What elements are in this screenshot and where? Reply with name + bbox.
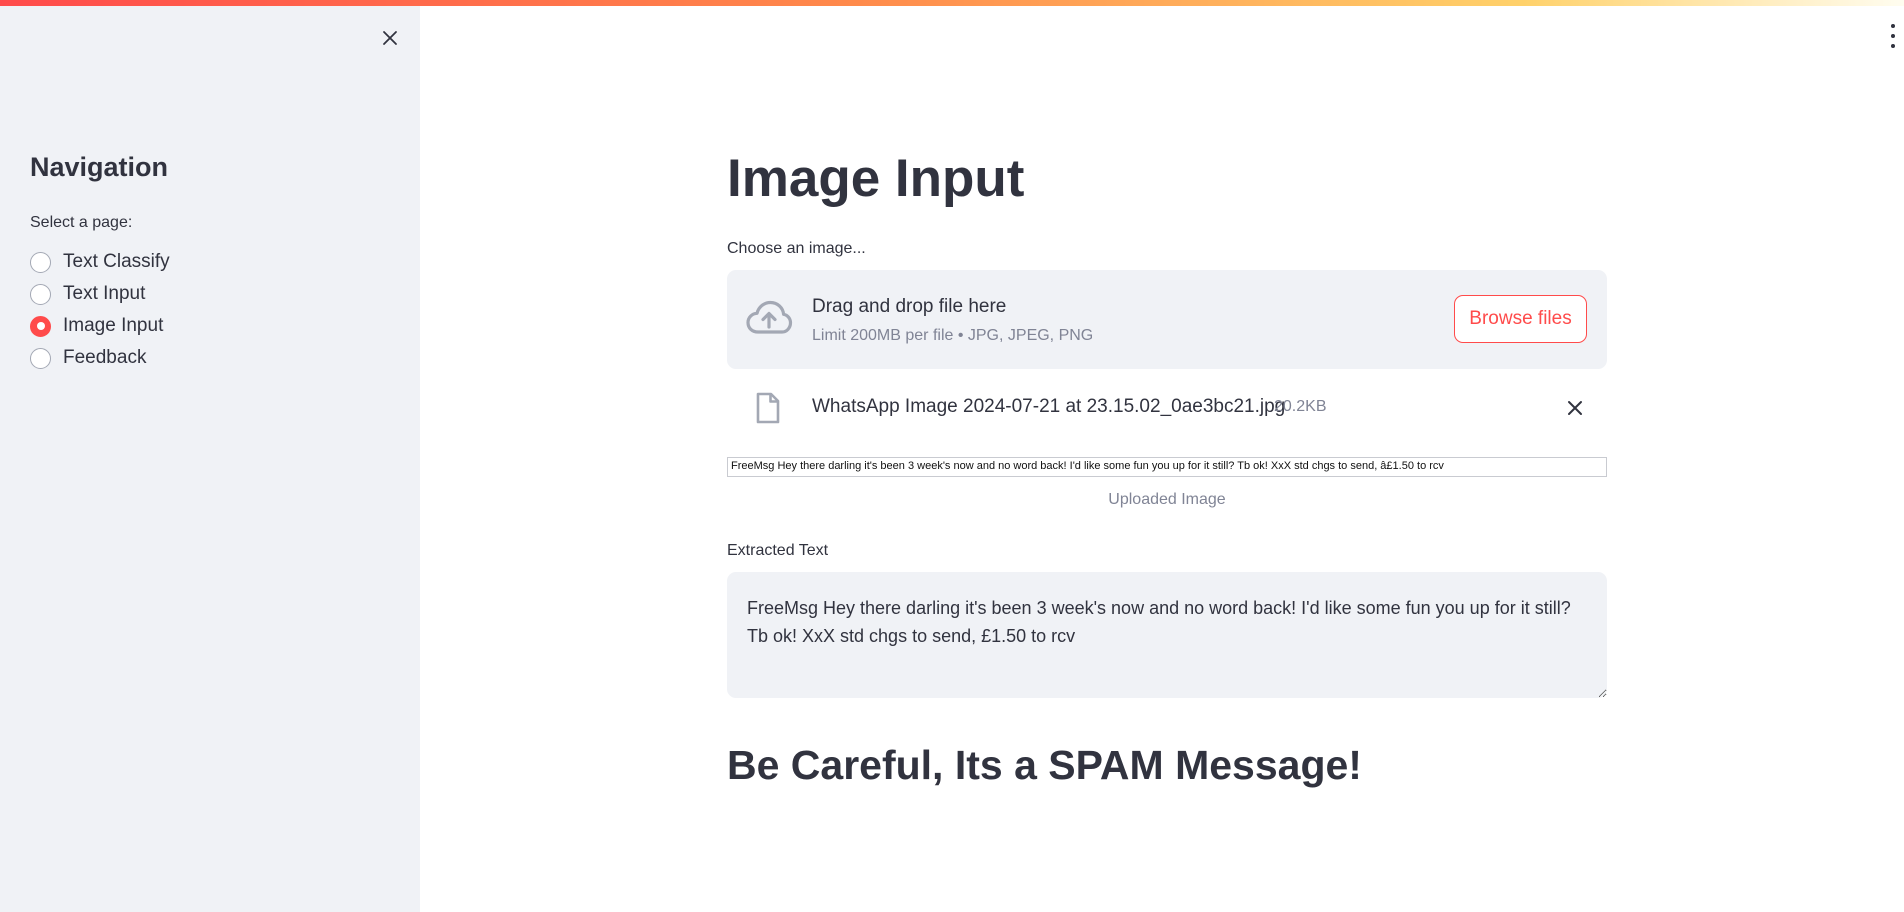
- page-radio-group: Text Classify Text Input Image Input Fee…: [30, 246, 170, 374]
- more-vertical-icon-dot: [1891, 34, 1895, 38]
- close-icon: [1568, 401, 1582, 415]
- radio-option-text-classify[interactable]: Text Classify: [30, 246, 170, 278]
- extracted-text-area[interactable]: FreeMsg Hey there darling it's been 3 we…: [727, 572, 1607, 698]
- radio-button[interactable]: [30, 251, 51, 273]
- file-dropzone[interactable]: Drag and drop file here Limit 200MB per …: [727, 270, 1607, 369]
- sidebar: Navigation Select a page: Text Classify …: [0, 0, 420, 912]
- radio-selected-dot: [36, 322, 45, 330]
- browse-files-button[interactable]: Browse files: [1454, 295, 1587, 343]
- radio-option-text-input[interactable]: Text Input: [30, 278, 170, 310]
- uploaded-file-row: WhatsApp Image 2024-07-21 at 23.15.02_0a…: [727, 386, 1607, 430]
- sidebar-title: Navigation: [30, 152, 169, 182]
- more-vertical-icon-dot: [1891, 44, 1895, 48]
- uploaded-image: FreeMsg Hey there darling it's been 3 we…: [727, 457, 1607, 477]
- cloud-upload-icon: [746, 300, 793, 334]
- dropzone-title: Drag and drop file here: [812, 296, 1007, 317]
- image-caption: Uploaded Image: [1108, 491, 1226, 508]
- close-icon: [383, 31, 397, 45]
- extracted-text-label: Extracted Text: [727, 542, 829, 559]
- radio-option-feedback[interactable]: Feedback: [30, 342, 170, 374]
- radio-button-selected[interactable]: [30, 315, 51, 337]
- more-vertical-icon: [1891, 24, 1895, 28]
- radio-option-image-input[interactable]: Image Input: [30, 310, 170, 342]
- radio-option-label: Feedback: [63, 347, 147, 368]
- radio-button[interactable]: [30, 347, 51, 369]
- file-icon: [756, 392, 780, 424]
- main-menu-button[interactable]: [1886, 24, 1900, 48]
- radio-button[interactable]: [30, 283, 51, 305]
- uploaded-file-size: 20.2KB: [1274, 398, 1327, 415]
- result-heading: Be Careful, Its a SPAM Message!: [727, 742, 1362, 788]
- radio-option-label: Text Classify: [63, 251, 170, 272]
- header-decoration-bar: [0, 0, 1904, 6]
- remove-file-button[interactable]: [1561, 394, 1589, 422]
- file-uploader-label: Choose an image...: [727, 240, 866, 257]
- dropzone-limits: Limit 200MB per file • JPG, JPEG, PNG: [812, 327, 1094, 344]
- radio-option-label: Image Input: [63, 315, 164, 336]
- sidebar-close-button[interactable]: [376, 24, 404, 52]
- uploaded-file-name: WhatsApp Image 2024-07-21 at 23.15.02_0a…: [812, 396, 1286, 417]
- radio-option-label: Text Input: [63, 283, 146, 304]
- page-title: Image Input: [727, 149, 1025, 208]
- page-select-label: Select a page:: [30, 214, 133, 231]
